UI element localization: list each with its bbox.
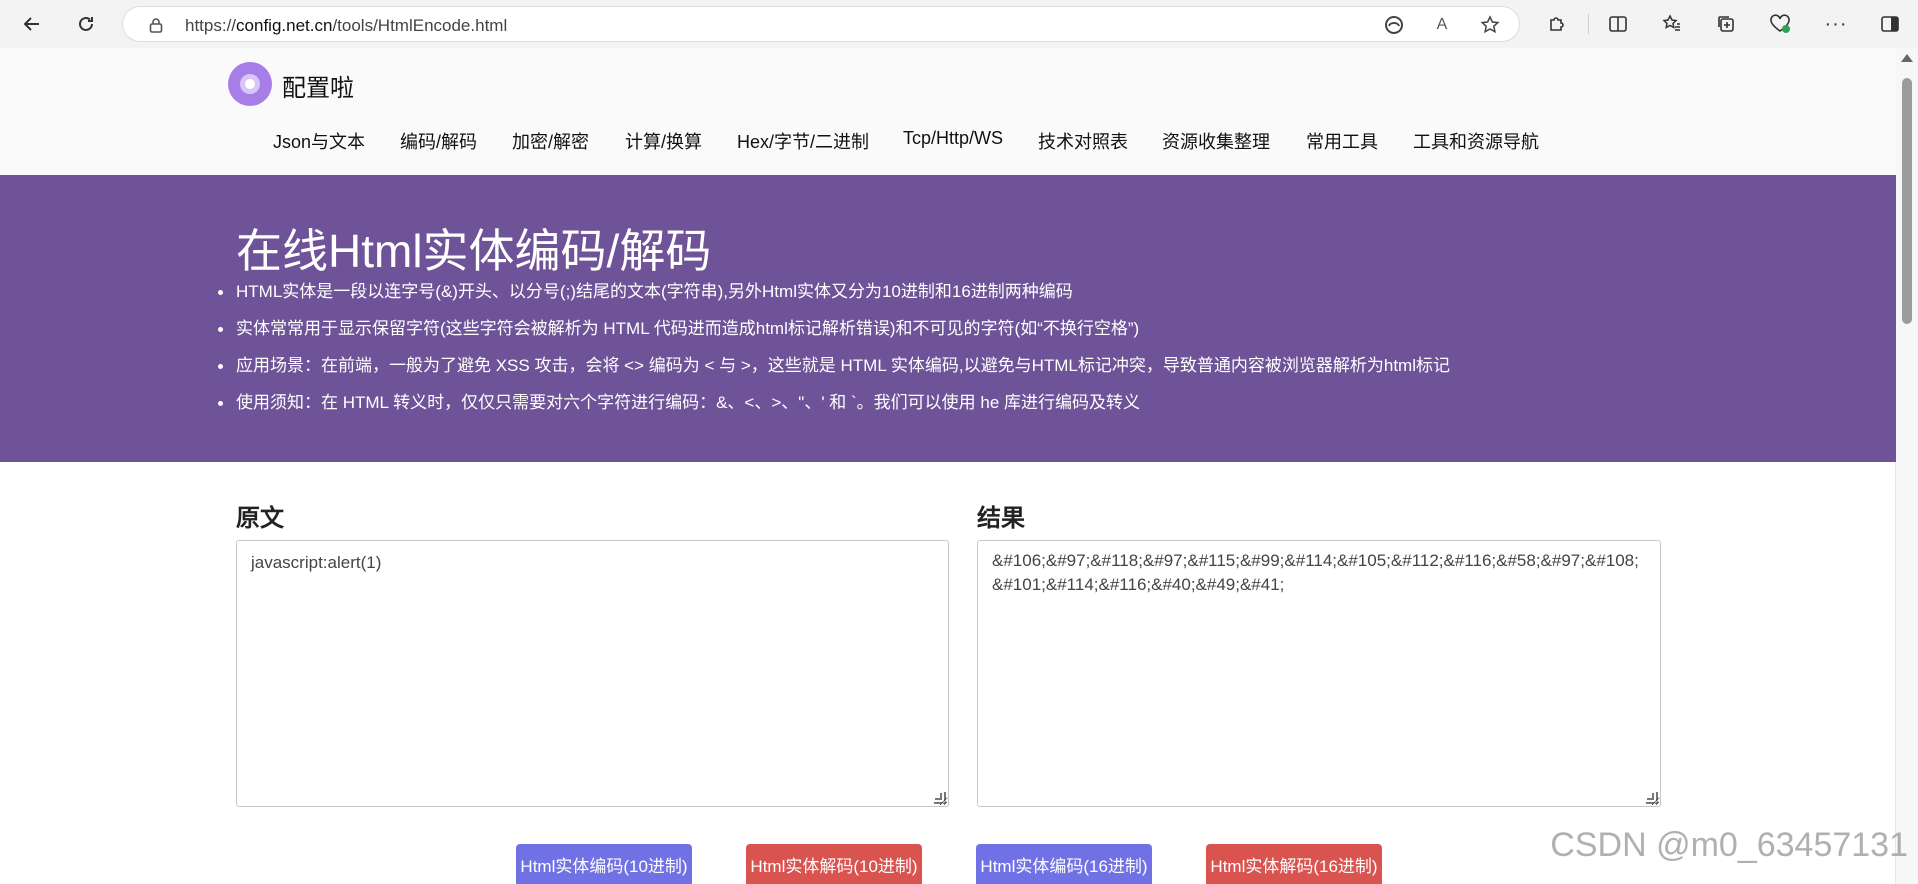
intro-item: 实体常常用于显示保留字符(这些字符会被解析为 HTML 代码进而造成html标记… xyxy=(218,320,1450,357)
site-logo-icon[interactable] xyxy=(228,62,272,106)
intro-item: 使用须知：在 HTML 转义时，仅仅只需要对六个字符进行编码：&、<、>、"、'… xyxy=(218,394,1450,431)
edge-icon[interactable] xyxy=(1383,14,1405,36)
extensions-icon[interactable] xyxy=(1540,8,1572,40)
nav-item-tech-reference[interactable]: 技术对照表 xyxy=(1038,128,1128,154)
intro-item: 应用场景：在前端，一般为了避免 XSS 攻击，会将 <> 编码为 < 与 >，这… xyxy=(218,357,1450,394)
source-label: 原文 xyxy=(236,505,284,532)
url-text[interactable]: https://config.net.cn/tools/HtmlEncode.h… xyxy=(185,16,507,36)
nav-item-json-text[interactable]: Json与文本 xyxy=(273,128,365,154)
back-icon[interactable] xyxy=(16,8,48,40)
page-scrollbar[interactable] xyxy=(1895,48,1918,884)
nav-item-common-tools[interactable]: 常用工具 xyxy=(1306,128,1378,154)
watermark: CSDN @m0_63457131 xyxy=(1550,826,1908,864)
scroll-thumb[interactable] xyxy=(1902,78,1912,324)
browser-essentials-icon[interactable] xyxy=(1764,8,1796,40)
nav-item-hex-bytes[interactable]: Hex/字节/二进制 xyxy=(737,128,869,154)
main-nav: Json与文本 编码/解码 加密/解密 计算/换算 Hex/字节/二进制 Tcp… xyxy=(0,128,1896,168)
intro-list: HTML实体是一段以连字号(&)开头、以分号(;)结尾的文本(字符串),另外Ht… xyxy=(218,283,1450,431)
more-options-icon[interactable]: ··· xyxy=(1820,8,1852,40)
lock-icon[interactable] xyxy=(145,14,167,36)
intro-banner: 在线Html实体编码/解码 HTML实体是一段以连字号(&)开头、以分号(;)结… xyxy=(0,175,1896,462)
scroll-up-icon[interactable] xyxy=(1901,54,1913,62)
encode-decimal-button[interactable]: Html实体编码(10进制) xyxy=(516,844,692,884)
decode-hex-button[interactable]: Html实体解码(16进制) xyxy=(1206,844,1382,884)
split-screen-icon[interactable] xyxy=(1602,8,1634,40)
nav-item-tools-navigation[interactable]: 工具和资源导航 xyxy=(1413,128,1539,154)
nav-item-resources[interactable]: 资源收集整理 xyxy=(1162,128,1270,154)
sidebar-toggle-icon[interactable] xyxy=(1874,8,1906,40)
nav-item-encrypt-decrypt[interactable]: 加密/解密 xyxy=(512,128,589,154)
browser-toolbar: https://config.net.cn/tools/HtmlEncode.h… xyxy=(0,0,1918,49)
refresh-icon[interactable] xyxy=(70,8,102,40)
decode-decimal-button[interactable]: Html实体解码(10进制) xyxy=(746,844,922,884)
site-header: 配置啦 Json与文本 编码/解码 加密/解密 计算/换算 Hex/字节/二进制… xyxy=(0,48,1896,175)
nav-item-calc-convert[interactable]: 计算/换算 xyxy=(625,128,702,154)
result-textarea[interactable]: &#106;&#97;&#118;&#97;&#115;&#99;&#114;&… xyxy=(977,540,1661,807)
address-bar[interactable]: https://config.net.cn/tools/HtmlEncode.h… xyxy=(122,6,1520,42)
nav-item-tcp-http-ws[interactable]: Tcp/Http/WS xyxy=(903,128,1003,149)
resize-handle-icon[interactable] xyxy=(934,792,946,804)
source-text: javascript:alert(1) xyxy=(251,553,382,572)
resize-handle-icon[interactable] xyxy=(1646,792,1658,804)
url-scheme: https:// xyxy=(185,16,237,35)
result-text: &#106;&#97;&#118;&#97;&#115;&#99;&#114;&… xyxy=(992,551,1639,594)
url-host: config.net.cn xyxy=(236,16,333,35)
nav-item-encode-decode[interactable]: 编码/解码 xyxy=(400,128,477,154)
encode-hex-button[interactable]: Html实体编码(16进制) xyxy=(976,844,1152,884)
site-name[interactable]: 配置啦 xyxy=(282,68,354,103)
intro-item: HTML实体是一段以连字号(&)开头、以分号(;)结尾的文本(字符串),另外Ht… xyxy=(218,283,1450,320)
collections-icon[interactable] xyxy=(1710,8,1742,40)
page-title: 在线Html实体编码/解码 xyxy=(236,225,712,277)
favorite-star-icon[interactable] xyxy=(1479,14,1501,36)
logo-gear-icon xyxy=(240,74,260,94)
result-label: 结果 xyxy=(977,505,1025,532)
source-textarea[interactable]: javascript:alert(1) xyxy=(236,540,949,807)
url-path: /tools/HtmlEncode.html xyxy=(332,16,508,35)
favorites-icon[interactable] xyxy=(1656,8,1688,40)
toolbar-divider xyxy=(1588,14,1589,34)
read-aloud-icon[interactable]: A xyxy=(1431,14,1453,36)
